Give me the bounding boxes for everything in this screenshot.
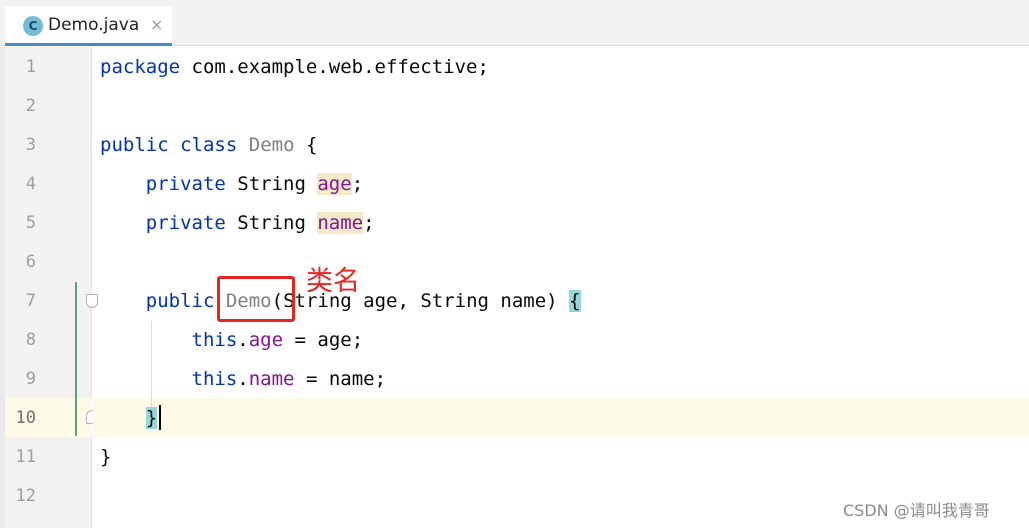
keyword: public [100,134,169,156]
line-number: 1 [25,57,36,77]
java-class-icon: C [23,16,43,36]
line-number: 8 [25,330,36,350]
line-number: 5 [25,213,36,233]
keyword: private [145,212,226,234]
editor-tab-bar: C Demo.java × [0,0,1029,46]
code-line-5: private String name; [100,204,375,243]
annotation-label: 类名 [306,266,360,297]
line-number: 4 [25,174,36,194]
text-caret [159,405,161,430]
line-number: 12 [15,486,36,506]
type-name: String [225,173,318,195]
keyword: this [191,329,238,351]
watermark: CSDN @请叫我青哥 [843,501,990,520]
brace-open: { [569,290,581,312]
field-ref: name [248,368,295,390]
code-text: ; [363,212,375,234]
line-number: 9 [25,369,36,389]
keyword: public [145,290,215,312]
close-icon[interactable]: × [150,15,163,34]
annotation-box [217,276,295,322]
line-number: 11 [15,447,36,467]
line-number: 6 [25,252,36,272]
brace-close: } [145,407,158,429]
field-ref: age [248,329,284,351]
code-line-1: package com.example.web.effective; [100,48,489,87]
line-number: 3 [25,135,36,155]
current-line-highlight [93,398,1029,437]
keyword: package [100,56,181,78]
code-line-10: } [100,399,158,438]
keyword: class [180,134,238,156]
code-text: ; [351,173,364,195]
brace-close: } [100,446,112,468]
keyword: this [191,368,238,390]
code-line-3: public class Demo { [100,126,317,165]
tab-label: Demo.java [48,15,140,35]
code-line-9: this.name = name; [100,360,387,399]
keyword: private [145,173,226,195]
line-number: 2 [25,96,36,116]
code-text: = age; [283,329,364,351]
package-name: com.example.web.effective; [180,56,489,78]
code-text: . [237,329,249,351]
code-line-4: private String age; [100,165,363,204]
code-line-11: } [100,438,111,477]
tab-demo-java[interactable]: C Demo.java × [5,6,172,46]
code-text: = name; [294,368,387,390]
vcs-change-marker[interactable] [75,282,77,436]
code-text: { [294,134,318,156]
code-text: . [237,368,249,390]
field-name: name [317,212,364,234]
type-name: String [225,212,318,234]
line-number: 7 [25,291,36,311]
line-number-current: 10 [15,408,36,428]
field-age: age [317,173,352,195]
code-line-8: this.age = age; [100,321,364,360]
class-name: Demo [248,134,295,156]
